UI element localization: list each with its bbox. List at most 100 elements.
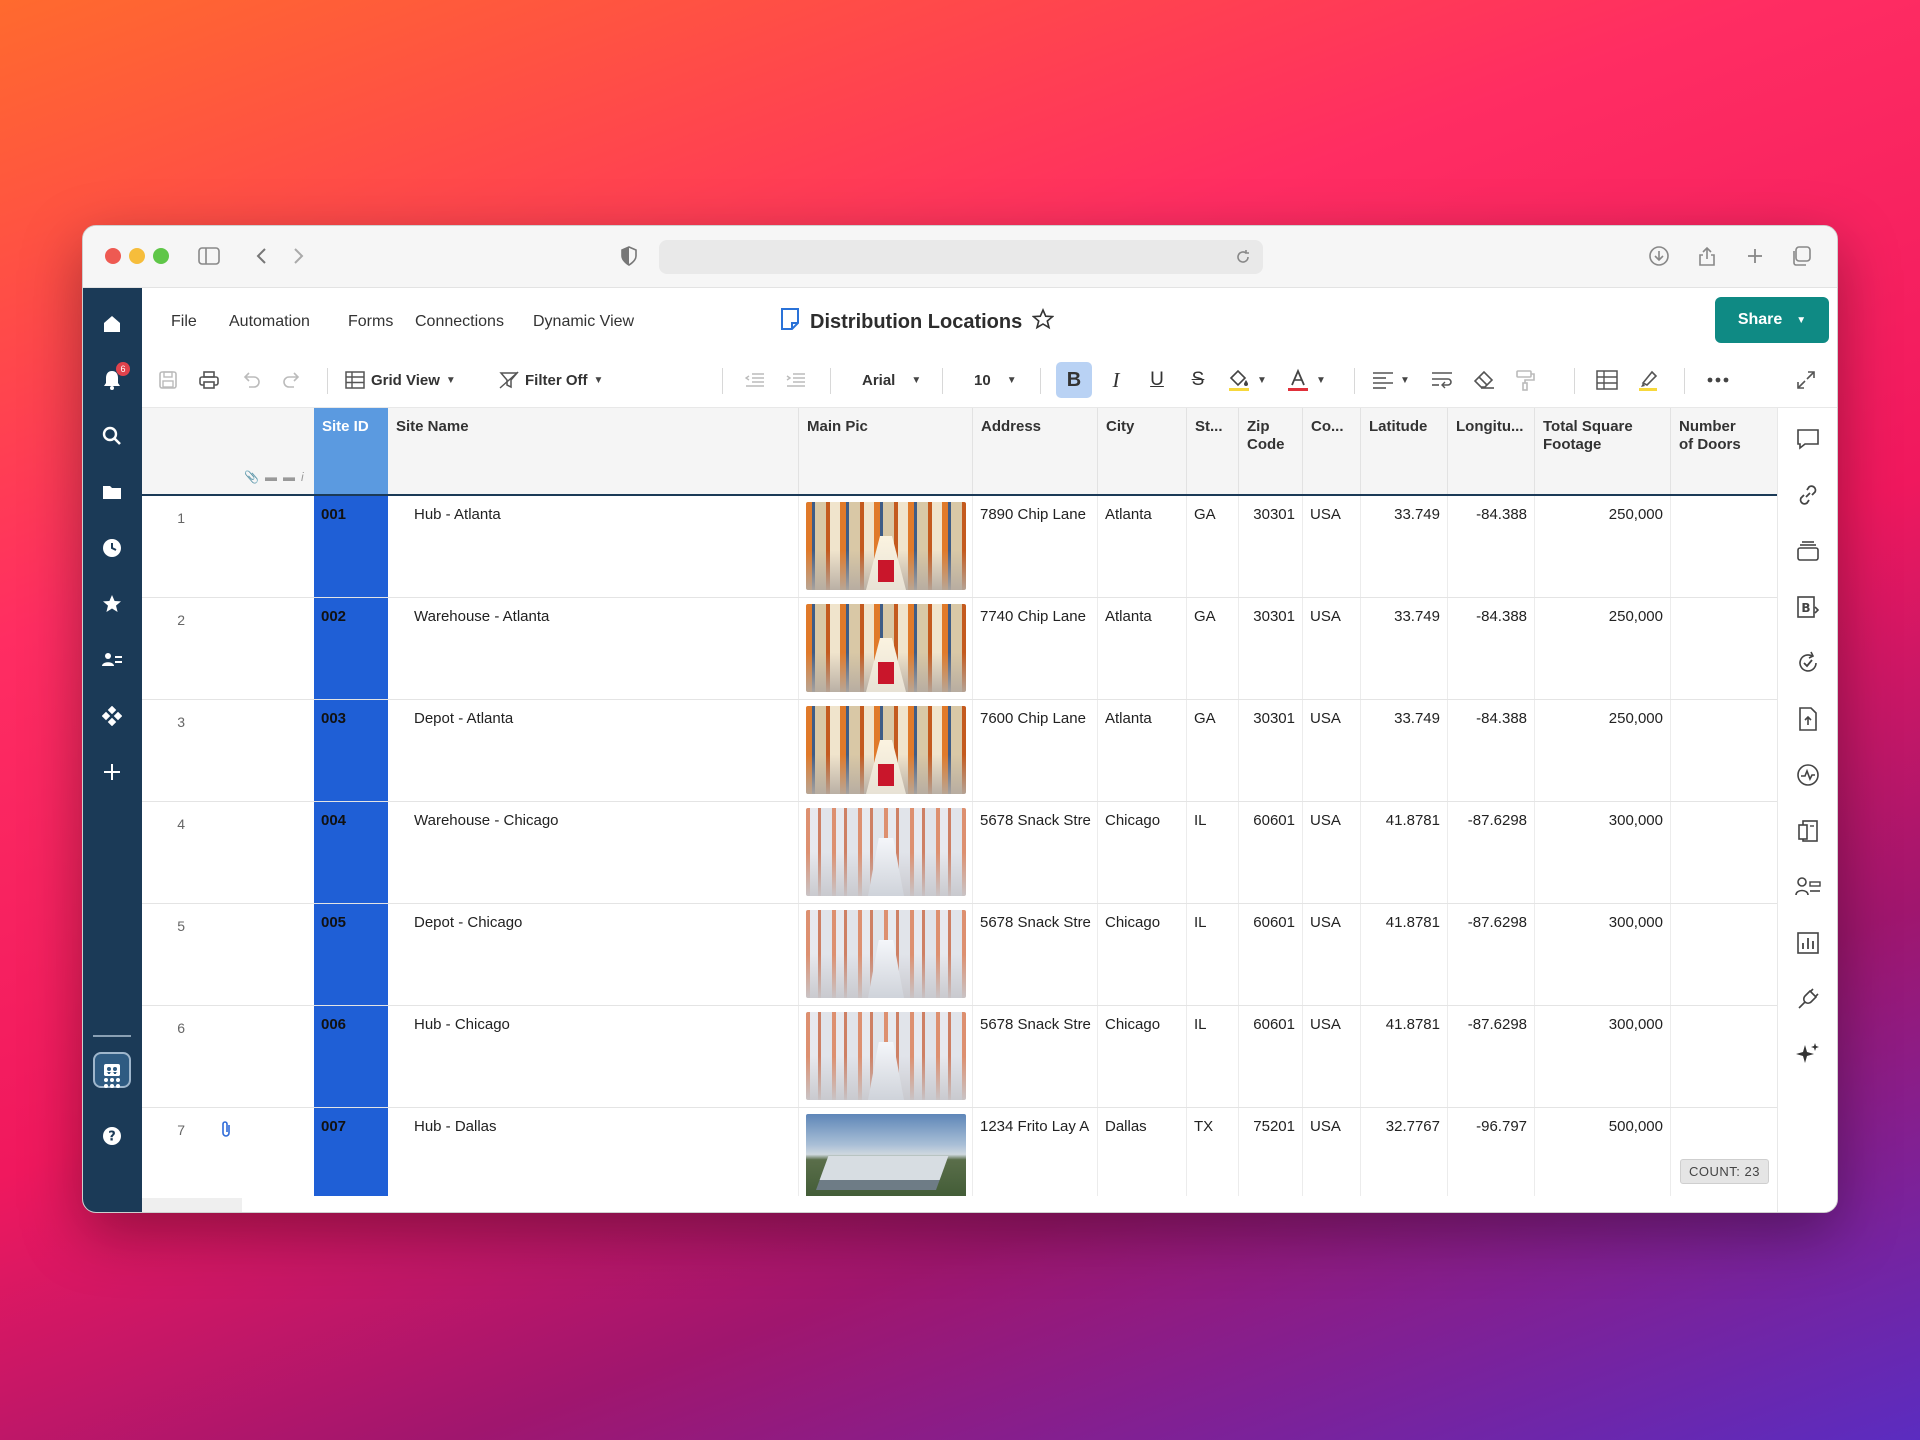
address-bar[interactable]	[659, 240, 1263, 274]
clear-format-eraser-icon[interactable]	[1470, 366, 1498, 394]
column-header-country[interactable]: Co...	[1303, 408, 1361, 494]
row-number[interactable]: 1	[142, 496, 192, 597]
column-header-city[interactable]: City	[1098, 408, 1187, 494]
latitude-cell[interactable]: 41.8781	[1361, 904, 1448, 1005]
state-cell[interactable]: GA	[1187, 700, 1239, 801]
row-number[interactable]: 7	[142, 1108, 192, 1196]
site-id-cell[interactable]: 006	[314, 1006, 388, 1107]
address-cell[interactable]: 5678 Snack Stre	[973, 904, 1098, 1005]
site-name-cell[interactable]: Warehouse - Chicago	[388, 802, 799, 903]
site-id-cell[interactable]: 001	[314, 496, 388, 597]
favorite-star-icon[interactable]	[1031, 307, 1055, 336]
number-of-doors-cell[interactable]	[1671, 700, 1751, 801]
column-header-total-square-footage[interactable]: Total Square Footage	[1535, 408, 1671, 494]
bold-button[interactable]: B	[1056, 362, 1092, 398]
italic-button[interactable]: I	[1102, 366, 1130, 394]
menu-automation[interactable]: Automation	[229, 313, 310, 331]
link-icon[interactable]	[1795, 482, 1821, 508]
activity-log-icon[interactable]	[1795, 762, 1821, 788]
city-cell[interactable]: Chicago	[1098, 1006, 1187, 1107]
number-of-doors-cell[interactable]	[1671, 1006, 1751, 1107]
table-row[interactable]: 1 001 Hub - Atlanta 7890 Chip Lane Atlanta GA…	[142, 496, 1837, 598]
main-pic-cell[interactable]	[799, 598, 973, 699]
tab-overview-icon[interactable]	[1787, 242, 1815, 270]
longitude-cell[interactable]: -87.6298	[1448, 904, 1535, 1005]
redo-icon[interactable]	[278, 366, 306, 394]
country-cell[interactable]: USA	[1303, 1108, 1361, 1196]
column-header-zip-code[interactable]: Zip Code	[1239, 408, 1303, 494]
font-size-select[interactable]: 10 ▼	[974, 366, 1017, 394]
city-cell[interactable]: Dallas	[1098, 1108, 1187, 1196]
site-name-cell[interactable]: Hub - Dallas	[388, 1108, 799, 1196]
warehouse-photo[interactable]	[806, 1012, 966, 1100]
total-square-footage-cell[interactable]: 300,000	[1535, 1006, 1671, 1107]
main-pic-cell[interactable]	[799, 904, 973, 1005]
country-cell[interactable]: USA	[1303, 904, 1361, 1005]
zip-code-cell[interactable]: 30301	[1239, 700, 1303, 801]
conditional-format-table-icon[interactable]	[1593, 366, 1621, 394]
warehouse-photo[interactable]	[806, 604, 966, 692]
site-id-cell[interactable]: 003	[314, 700, 388, 801]
zip-code-cell[interactable]: 75201	[1239, 1108, 1303, 1196]
site-name-cell[interactable]: Depot - Chicago	[388, 904, 799, 1005]
more-options-icon[interactable]	[1704, 366, 1732, 394]
longitude-cell[interactable]: -84.388	[1448, 700, 1535, 801]
proofs-icon[interactable]	[1795, 538, 1821, 564]
state-cell[interactable]: GA	[1187, 496, 1239, 597]
new-tab-icon[interactable]	[1741, 242, 1769, 270]
total-square-footage-cell[interactable]: 250,000	[1535, 598, 1671, 699]
longitude-cell[interactable]: -84.388	[1448, 496, 1535, 597]
country-cell[interactable]: USA	[1303, 598, 1361, 699]
column-header-main-pic[interactable]: Main Pic	[799, 408, 973, 494]
text-color-button[interactable]: ▼	[1286, 366, 1326, 394]
row-number[interactable]: 5	[142, 904, 192, 1005]
reports-chart-icon[interactable]	[1795, 930, 1821, 956]
summary-icon[interactable]	[1795, 818, 1821, 844]
back-icon[interactable]	[247, 242, 275, 270]
app-launcher-grid-icon[interactable]	[98, 1066, 126, 1094]
number-of-doors-cell[interactable]	[1671, 904, 1751, 1005]
zip-code-cell[interactable]: 30301	[1239, 496, 1303, 597]
site-id-cell[interactable]: 005	[314, 904, 388, 1005]
warehouse-photo[interactable]	[806, 910, 966, 998]
number-of-doors-cell[interactable]	[1671, 802, 1751, 903]
horizontal-scrollbar[interactable]	[142, 1198, 242, 1212]
address-cell[interactable]: 1234 Frito Lay A	[973, 1108, 1098, 1196]
favorites-star-icon[interactable]	[98, 590, 126, 618]
zip-code-cell[interactable]: 60601	[1239, 802, 1303, 903]
table-row[interactable]: 6 006 Hub - Chicago 5678 Snack Stre Chicago I…	[142, 1006, 1837, 1108]
country-cell[interactable]: USA	[1303, 802, 1361, 903]
table-row[interactable]: 7 007 Hub - Dallas 1234 Frito Lay A Dallas TX…	[142, 1108, 1837, 1196]
site-id-cell[interactable]: 002	[314, 598, 388, 699]
latitude-cell[interactable]: 33.749	[1361, 598, 1448, 699]
total-square-footage-cell[interactable]: 250,000	[1535, 496, 1671, 597]
main-pic-cell[interactable]	[799, 1108, 973, 1196]
country-cell[interactable]: USA	[1303, 1006, 1361, 1107]
zip-code-cell[interactable]: 30301	[1239, 598, 1303, 699]
table-row[interactable]: 5 005 Depot - Chicago 5678 Snack Stre Chicag…	[142, 904, 1837, 1006]
fullscreen-expand-icon[interactable]	[1792, 366, 1820, 394]
number-of-doors-cell[interactable]	[1671, 496, 1751, 597]
country-cell[interactable]: USA	[1303, 700, 1361, 801]
menu-connections[interactable]: Connections	[415, 313, 504, 331]
main-pic-cell[interactable]	[799, 496, 973, 597]
column-header-number-of-doors[interactable]: Number of Doors	[1671, 408, 1751, 494]
latitude-cell[interactable]: 32.7767	[1361, 1108, 1448, 1196]
table-row[interactable]: 2 002 Warehouse - Atlanta 7740 Chip Lane Atl…	[142, 598, 1837, 700]
column-header-longitude[interactable]: Longitu...	[1448, 408, 1535, 494]
minimize-window-button[interactable]	[129, 248, 145, 264]
state-cell[interactable]: IL	[1187, 904, 1239, 1005]
contacts-icon[interactable]	[98, 646, 126, 674]
table-row[interactable]: 3 003 Depot - Atlanta 7600 Chip Lane Atlanta…	[142, 700, 1837, 802]
total-square-footage-cell[interactable]: 500,000	[1535, 1108, 1671, 1196]
column-header-latitude[interactable]: Latitude	[1361, 408, 1448, 494]
site-name-cell[interactable]: Hub - Atlanta	[388, 496, 799, 597]
share-button[interactable]: Share ▼	[1715, 297, 1829, 343]
format-painter-icon[interactable]	[1511, 366, 1539, 394]
longitude-cell[interactable]: -87.6298	[1448, 802, 1535, 903]
column-header-site-id[interactable]: Site ID	[314, 408, 388, 494]
row-number[interactable]: 6	[142, 1006, 192, 1107]
menu-file[interactable]: File	[171, 313, 197, 331]
country-cell[interactable]: USA	[1303, 496, 1361, 597]
latitude-cell[interactable]: 41.8781	[1361, 1006, 1448, 1107]
